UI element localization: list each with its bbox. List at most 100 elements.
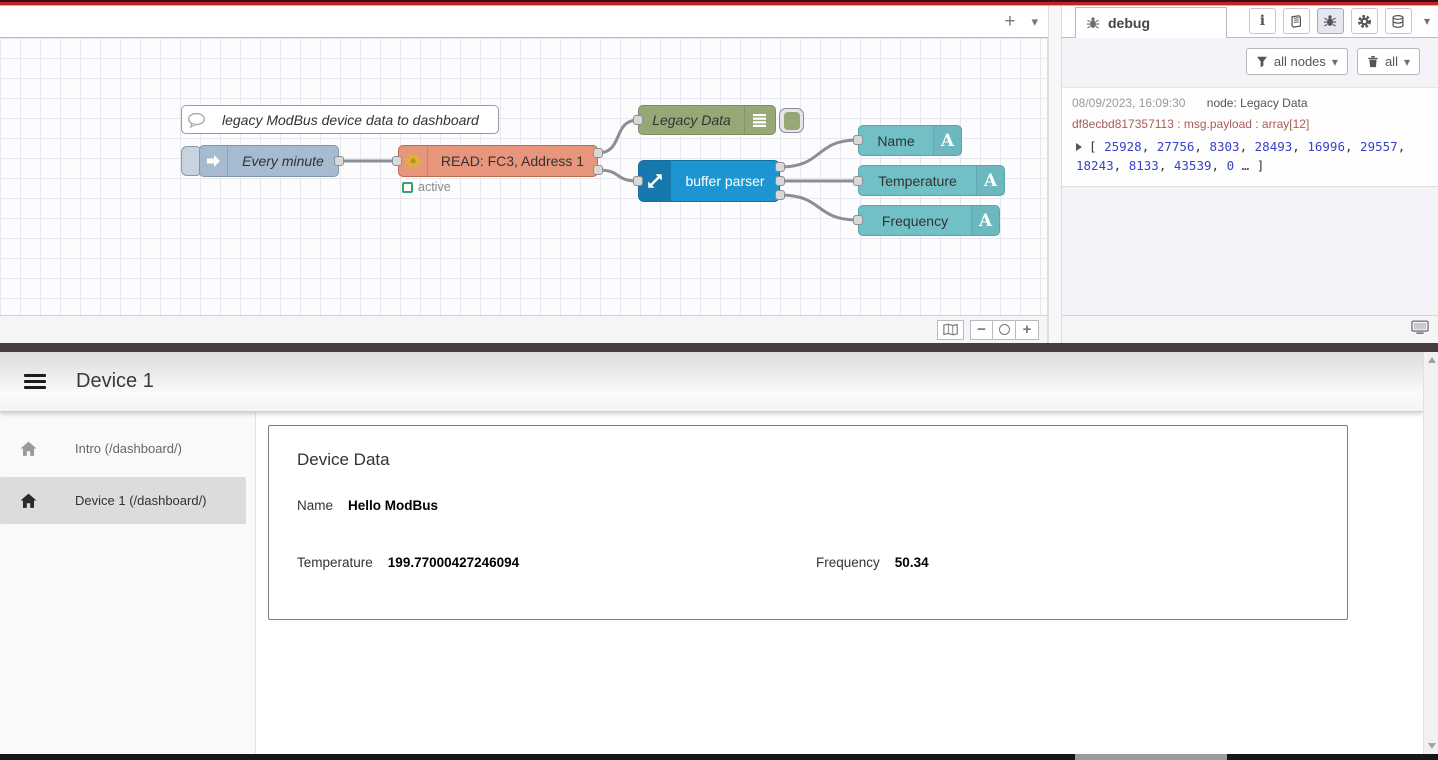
status-square-icon <box>402 182 413 193</box>
buffer-parser-node-label: buffer parser <box>685 173 764 189</box>
tab-debug[interactable]: debug <box>1075 7 1227 38</box>
debug-tab-bar: debug i ▾ <box>1062 6 1438 38</box>
help-book-button[interactable] <box>1283 8 1310 34</box>
config-nodes-button[interactable] <box>1351 8 1378 34</box>
buffer-parser-node[interactable]: buffer parser <box>638 160 780 202</box>
modbus-status: active <box>402 180 451 194</box>
window-separator-band <box>0 343 1438 352</box>
debug-node-label: Legacy Data <box>652 112 731 128</box>
ui-text-label: Name <box>877 133 914 149</box>
modbus-read-node-label: READ: FC3, Address 1 <box>441 153 584 169</box>
navigator-map-button[interactable] <box>937 320 964 340</box>
scroll-up-arrow[interactable] <box>1424 352 1438 368</box>
debug-body: all nodes ▾ all ▾ 08/09/2023, 16:09:30 n… <box>1062 38 1438 315</box>
inject-arrow-icon <box>200 146 227 176</box>
speech-bubble-icon <box>182 106 210 133</box>
debug-node-legacy-data[interactable]: Legacy Data <box>638 105 776 135</box>
debug-list-icon <box>745 106 775 134</box>
sidebar-item-intro[interactable]: Intro (/dashboard/) <box>0 425 246 472</box>
modbus-status-label: active <box>418 180 451 194</box>
monitor-icon <box>1411 320 1429 335</box>
sidebar-item-label: Intro (/dashboard/) <box>75 441 182 456</box>
gear-icon <box>1357 14 1372 29</box>
temperature-field-value: 199.77000427246094 <box>388 555 519 570</box>
home-icon <box>20 441 37 457</box>
flow-workspace[interactable]: legacy ModBus device data to dashboard E… <box>0 38 1048 315</box>
port-inject-out[interactable] <box>334 156 344 166</box>
scrollbar[interactable] <box>1423 352 1438 754</box>
port-parser-out1[interactable] <box>775 162 785 172</box>
port-frequency-in[interactable] <box>853 215 863 225</box>
debug-message-node: node: Legacy Data <box>1207 96 1308 110</box>
sidebar-menu-caret-icon[interactable]: ▾ <box>1424 14 1430 28</box>
dashboard-sidebar: Intro (/dashboard/) Device 1 (/dashboard… <box>0 412 256 754</box>
zoom-in-button[interactable]: + <box>1016 320 1039 340</box>
inject-node[interactable]: Every minute <box>199 145 339 177</box>
port-modbus-out2[interactable] <box>593 165 603 175</box>
frequency-field-label: Frequency <box>816 555 880 570</box>
port-name-in[interactable] <box>853 135 863 145</box>
zoom-reset-button[interactable] <box>993 320 1016 340</box>
add-flow-button[interactable]: + <box>1004 12 1015 31</box>
comment-node[interactable]: legacy ModBus device data to dashboard <box>181 105 499 134</box>
ui-text-label: Frequency <box>882 213 948 229</box>
open-window-button[interactable] <box>1411 320 1429 340</box>
device-data-card: Device Data Name Hello ModBus Temperatur… <box>268 425 1348 620</box>
debug-message-path: df8ecbd817357113 : msg.payload : array[1… <box>1072 117 1428 131</box>
name-field-value: Hello ModBus <box>348 498 438 513</box>
debug-toggle-indicator <box>784 112 800 130</box>
payload-open-bracket: [ <box>1089 139 1097 154</box>
port-parser-in[interactable] <box>633 176 643 186</box>
debug-message[interactable]: 08/09/2023, 16:09:30 node: Legacy Data d… <box>1062 87 1438 187</box>
ui-text-node-temperature[interactable]: Temperature A <box>858 165 1005 196</box>
editor-footer: − + <box>0 315 1048 343</box>
clear-messages-button[interactable]: all ▾ <box>1357 48 1420 75</box>
sidebar-item-label: Device 1 (/dashboard/) <box>75 493 207 508</box>
caret-down-icon: ▾ <box>1332 55 1338 69</box>
modbus-read-node[interactable]: READ: FC3, Address 1 <box>398 145 598 177</box>
caret-down-icon: ▾ <box>1404 55 1410 69</box>
port-parser-out2[interactable] <box>775 176 785 186</box>
ui-text-node-frequency[interactable]: Frequency A <box>858 205 1000 236</box>
port-modbus-out1[interactable] <box>593 148 603 158</box>
debug-enable-toggle[interactable] <box>779 108 804 133</box>
port-parser-out3[interactable] <box>775 190 785 200</box>
menu-hamburger-icon[interactable] <box>24 371 46 392</box>
dashboard-title: Device 1 <box>76 370 154 393</box>
filter-nodes-button[interactable]: all nodes ▾ <box>1246 48 1348 75</box>
card-title: Device Data <box>297 450 1319 470</box>
ui-text-label: Temperature <box>878 173 957 189</box>
dashboard-content: Device Data Name Hello ModBus Temperatur… <box>256 412 1438 754</box>
clear-messages-label: all <box>1385 54 1398 69</box>
debug-payload-numbers: 25928, 27756, 8303, 28493, 16996, 29557,… <box>1076 139 1405 173</box>
ui-text-node-name[interactable]: Name A <box>858 125 962 156</box>
context-data-button[interactable] <box>1385 8 1412 34</box>
flow-tab-bar: + ▾ <box>0 6 1048 38</box>
debug-panel-button[interactable] <box>1317 8 1344 34</box>
funnel-icon <box>1256 55 1268 68</box>
flow-list-caret-icon[interactable]: ▾ <box>1031 15 1038 28</box>
sidebar-item-device-1[interactable]: Device 1 (/dashboard/) <box>0 477 246 524</box>
info-panel-button[interactable]: i <box>1249 8 1276 34</box>
bottom-bar <box>0 754 1438 760</box>
inject-node-label: Every minute <box>242 153 324 169</box>
panel-splitter[interactable] <box>1048 6 1062 343</box>
zoom-reset-circle-icon <box>999 324 1010 335</box>
bug-icon <box>1323 14 1337 28</box>
port-debug-in[interactable] <box>633 115 643 125</box>
bottom-bar-segment <box>1075 754 1227 760</box>
trash-icon <box>1367 55 1379 68</box>
debug-footer <box>1062 315 1438 343</box>
debug-message-payload[interactable]: [ 25928, 27756, 8303, 28493, 16996, 2955… <box>1072 138 1428 176</box>
zoom-out-button[interactable]: − <box>970 320 993 340</box>
port-temperature-in[interactable] <box>853 176 863 186</box>
book-icon <box>1289 14 1303 29</box>
expand-caret-icon[interactable] <box>1076 143 1082 151</box>
modbus-flower-icon <box>399 146 427 176</box>
screen: + ▾ legacy ModBus device data <box>0 0 1438 760</box>
debug-sidebar: debug i ▾ <box>1062 6 1438 343</box>
name-field-label: Name <box>297 498 333 513</box>
filter-nodes-label: all nodes <box>1274 54 1326 69</box>
scroll-down-arrow[interactable] <box>1424 738 1438 754</box>
port-modbus-in[interactable] <box>392 156 402 166</box>
